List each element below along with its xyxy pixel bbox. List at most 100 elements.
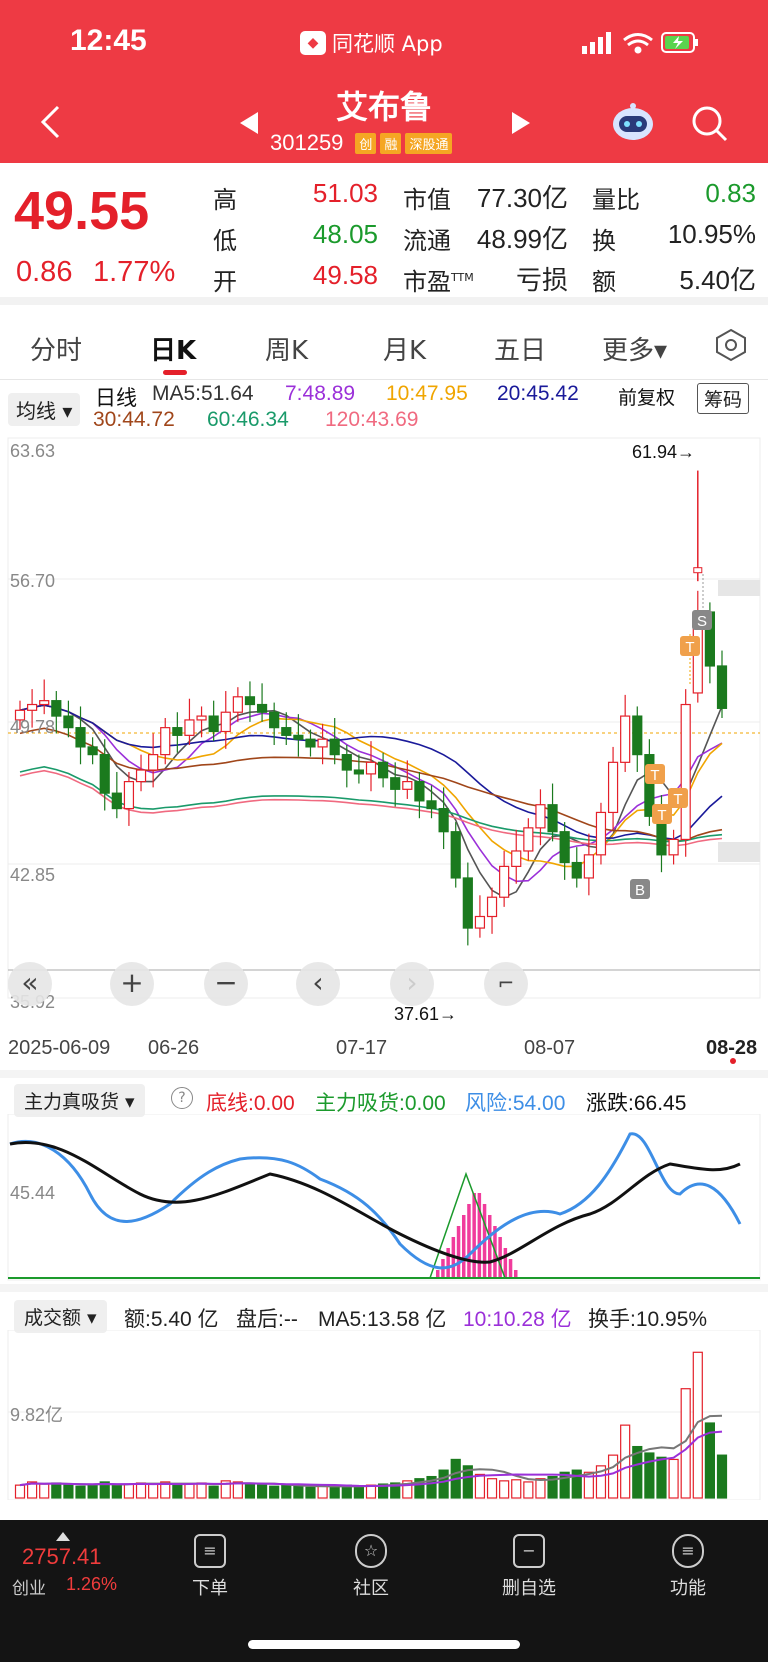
candle-up (135, 769, 147, 783)
vr-label: 量比 (592, 186, 640, 214)
candle-up (486, 896, 498, 918)
signal-marker-label: S (697, 613, 707, 630)
ma-bar: 均线 ▾ 日线 MA5:51.64 7:48.89 10:47.95 20:45… (0, 380, 768, 434)
candle-down (244, 696, 256, 706)
tab-daily-k[interactable]: 日K (150, 330, 196, 367)
volume-bar-down (208, 1485, 219, 1499)
float-label: 流通 (403, 227, 451, 255)
price-change: 0.86 (16, 256, 73, 288)
status-app: ◆ 同花顺 App (300, 28, 443, 58)
tab-weekly-k[interactable]: 周K (265, 330, 308, 367)
low-annotation: 37.61→ (394, 1004, 458, 1024)
date-label-3: 07-17 (336, 1037, 388, 1059)
volume-bar-up (14, 1484, 26, 1499)
ma-selector[interactable]: 均线 ▾ (8, 393, 81, 426)
chips-button[interactable]: 筹码 (697, 383, 750, 414)
indicator-selector[interactable]: 主力真吸货 ▾ (14, 1084, 145, 1117)
candle-down (293, 734, 304, 740)
candle-down (390, 777, 401, 790)
app-header: 12:45 ◆ 同花顺 App 艾布鲁 301259 创 融 深股通 (0, 0, 768, 163)
absorb-bar (508, 1259, 513, 1278)
prev-stock-icon[interactable] (240, 112, 258, 134)
zoom-in-button[interactable]: + (110, 962, 154, 1006)
volume-bar-up (196, 1482, 207, 1499)
tag-chuang: 创 (355, 132, 377, 154)
volume-bar-down (644, 1452, 655, 1499)
candle-down (378, 761, 389, 779)
volume-bar-down (293, 1485, 304, 1499)
scroll-far-left-button[interactable]: « (8, 962, 52, 1006)
candle-up (474, 915, 486, 929)
absorb-bar (488, 1215, 492, 1278)
ma5-value: MA5:51.64 (152, 382, 254, 405)
volume-bar-down (172, 1484, 183, 1499)
volume-chart[interactable] (0, 1330, 768, 1500)
zoom-out-button[interactable]: − (204, 962, 248, 1006)
volume-selector[interactable]: 成交额 ▾ (14, 1300, 107, 1333)
volume-bar-down (51, 1482, 62, 1499)
next-stock-icon[interactable] (512, 112, 530, 134)
tab-more[interactable]: 更多▾ (602, 330, 667, 367)
index-value[interactable]: 2757.41 (22, 1544, 102, 1570)
adjust-label[interactable]: 前复权 (618, 383, 675, 410)
status-icons (582, 32, 698, 54)
date-label-5: 08-28 (706, 1037, 758, 1059)
candle-down (87, 746, 98, 756)
index-expand-icon[interactable] (56, 1532, 70, 1541)
candle-up (365, 761, 377, 775)
open-value: 49.58 (312, 260, 378, 290)
volume-bar-down (281, 1484, 292, 1499)
volume-bar-up (535, 1478, 546, 1499)
candle-down (462, 877, 473, 929)
stock-code-row: 301259 创 融 深股通 (270, 130, 453, 156)
candle-down (111, 792, 122, 810)
nav-order[interactable]: ≡ 下单 (155, 1534, 265, 1600)
volume-bar-up (135, 1482, 147, 1499)
nav-community[interactable]: ☆ 社区 (316, 1534, 426, 1600)
ma20-value: 20:45.42 (497, 382, 579, 405)
scroll-left-button[interactable]: ‹ (296, 962, 340, 1006)
fullscreen-button[interactable]: ⌐ (484, 962, 528, 1006)
signal-marker-b: B (630, 879, 650, 899)
signal-marker-label: T (657, 807, 666, 824)
vol-y-label: 9.82亿 (10, 1405, 64, 1425)
tag-sgt: 深股通 (405, 132, 453, 154)
volume-bar-up (692, 1351, 703, 1499)
candle-down (450, 831, 461, 879)
ma30-value: 30:44.72 (93, 408, 175, 431)
candle-up (583, 854, 594, 879)
tab-monthly-k[interactable]: 月K (383, 330, 426, 367)
candles (14, 470, 728, 946)
turn-label: 换 (592, 227, 616, 255)
volume-bar-up (184, 1483, 195, 1499)
kline-chart[interactable]: STTTTB (0, 434, 768, 1034)
indicator-chart[interactable] (0, 1114, 768, 1284)
volume-bars (14, 1351, 728, 1499)
signal-marker-label: T (673, 791, 682, 808)
high-annotation: 61.94→ (632, 442, 696, 462)
settings-hex-icon[interactable] (714, 328, 748, 362)
nav-remove-watch[interactable]: − 删自选 (474, 1534, 584, 1600)
robot-assistant-icon[interactable] (610, 102, 656, 142)
tab-five-day[interactable]: 五日 (494, 330, 546, 367)
signal-marker-t: T (652, 804, 672, 824)
candle-down (281, 727, 292, 736)
candle-down (547, 804, 558, 833)
scroll-right-button[interactable]: › (390, 962, 434, 1006)
volume-bar-down (716, 1454, 728, 1499)
absorb-bar (436, 1270, 440, 1278)
tab-intraday[interactable]: 分时 (30, 330, 82, 367)
volume-bar-up (39, 1483, 50, 1499)
search-icon[interactable] (690, 104, 730, 144)
ind-base: 底线:0.00 (206, 1092, 295, 1115)
candle-down (208, 715, 219, 733)
home-indicator (248, 1640, 520, 1649)
help-icon[interactable]: ? (171, 1087, 193, 1109)
absorb-bar (462, 1215, 466, 1278)
amt-label: 额 (592, 268, 616, 296)
signal-marker-label: B (635, 882, 645, 899)
candle-up (196, 715, 207, 721)
risk-line (9, 1132, 742, 1270)
nav-functions[interactable]: ≡ 功能 (633, 1534, 743, 1600)
float-value: 48.99亿 (476, 224, 568, 254)
